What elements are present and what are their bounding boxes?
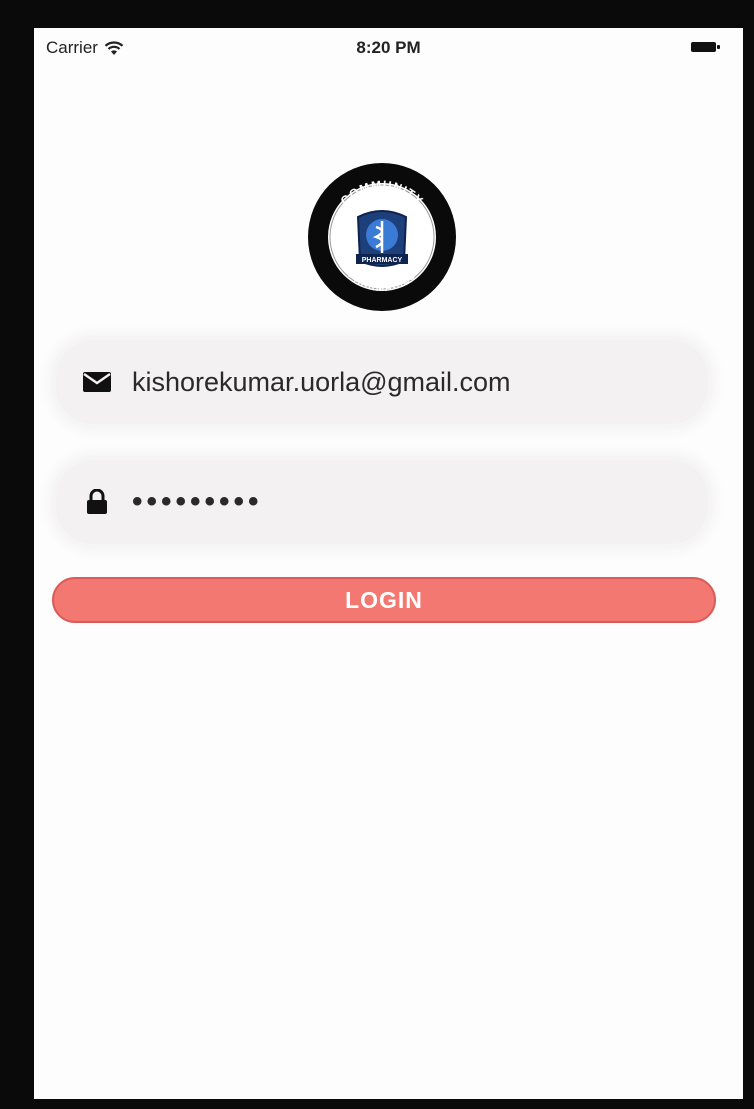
status-time: 8:20 PM xyxy=(356,38,421,57)
email-field[interactable] xyxy=(56,340,708,424)
status-bar: Carrier 8:20 PM xyxy=(34,28,743,68)
lock-icon xyxy=(82,487,112,517)
logo-center-text: PHARMACY xyxy=(362,257,403,264)
community-pharmacies-logo: COMMUNITY PHARMACIES PHARMACY xyxy=(308,163,456,311)
password-field[interactable] xyxy=(56,460,708,544)
battery-icon xyxy=(691,42,720,52)
app-screen: Carrier 8:20 PM COMMUNITY PHARMACIES PHA… xyxy=(34,28,743,1099)
envelope-icon xyxy=(82,367,112,397)
password-input[interactable] xyxy=(132,460,688,544)
login-button[interactable]: LOGIN xyxy=(52,577,716,623)
email-input[interactable] xyxy=(132,340,688,424)
